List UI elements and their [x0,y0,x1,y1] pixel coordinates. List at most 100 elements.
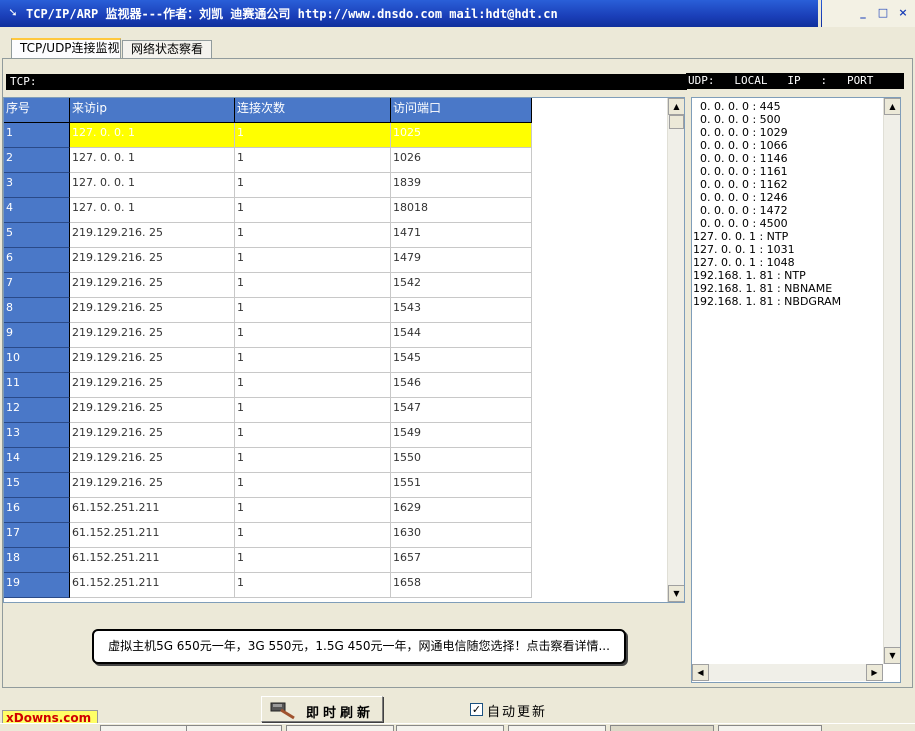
udp-list-item[interactable]: 0. 0. 0. 0 : 1162 [693,178,788,191]
row-port-cell: 1630 [391,523,532,548]
row-ip-cell: 61.152.251.211 [70,573,235,598]
table-row[interactable]: 14 219.129.216. 25 1 1550 [4,448,532,473]
window-controls: _ □ × [822,0,915,27]
refresh-now-button[interactable]: 即时刷新 [261,696,383,722]
row-port-cell: 1479 [391,248,532,273]
udp-list-item[interactable]: 127. 0. 0. 1 : 1048 [693,256,795,269]
table-row[interactable]: 17 61.152.251.211 1 1630 [4,523,532,548]
scroll-thumb[interactable] [669,115,684,129]
table-row[interactable]: 12 219.129.216. 25 1 1547 [4,398,532,423]
row-index-cell: 3 [4,173,70,198]
row-port-cell: 1547 [391,398,532,423]
udp-list-item[interactable]: 0. 0. 0. 0 : 4500 [693,217,788,230]
table-row[interactable]: 3 127. 0. 0. 1 1 1839 [4,173,532,198]
column-header-ip[interactable]: 来访ip [70,98,235,123]
row-count-cell: 1 [235,323,391,348]
row-port-cell: 1026 [391,148,532,173]
udp-horizontal-scrollbar[interactable]: ◀ ▶ [692,664,883,681]
scroll-up-button[interactable]: ▲ [668,98,684,115]
column-header-index[interactable]: 序号 [4,98,70,123]
udp-list-item[interactable]: 0. 0. 0. 0 : 1161 [693,165,788,178]
table-row[interactable]: 15 219.129.216. 25 1 1551 [4,473,532,498]
maximize-button[interactable]: □ [875,6,891,20]
udp-port-list[interactable]: 0. 0. 0. 0 : 445 0. 0. 0. 0 : 500 0. 0. … [691,97,901,683]
row-ip-cell: 219.129.216. 25 [70,423,235,448]
advertisement-banner[interactable]: 虚拟主机5G 650元一年，3G 550元，1.5G 450元一年，网通电信随您… [92,629,626,664]
taskbar-item[interactable] [508,725,606,731]
tab-panel: TCP: UDP: LOCAL IP : PORT 序号 来访ip 连接次数 访… [2,58,913,688]
table-row[interactable]: 16 61.152.251.211 1 1629 [4,498,532,523]
column-header-port[interactable]: 访问端口 [391,98,532,123]
udp-scroll-down-button[interactable]: ▼ [884,647,900,664]
taskbar-item-active[interactable] [610,725,714,731]
udp-list-item[interactable]: 0. 0. 0. 0 : 445 [693,100,781,113]
table-row[interactable]: 10 219.129.216. 25 1 1545 [4,348,532,373]
table-row[interactable]: 4 127. 0. 0. 1 1 18018 [4,198,532,223]
row-index-cell: 15 [4,473,70,498]
table-row[interactable]: 6 219.129.216. 25 1 1479 [4,248,532,273]
taskbar-item[interactable] [286,725,394,731]
row-ip-cell: 219.129.216. 25 [70,373,235,398]
table-row[interactable]: 5 219.129.216. 25 1 1471 [4,223,532,248]
row-port-cell: 1545 [391,348,532,373]
udp-list-item[interactable]: 127. 0. 0. 1 : 1031 [693,243,795,256]
udp-list-item[interactable]: 0. 0. 0. 0 : 500 [693,113,781,126]
row-count-cell: 1 [235,123,391,148]
table-row[interactable]: 7 219.129.216. 25 1 1542 [4,273,532,298]
row-count-cell: 1 [235,223,391,248]
tcp-connection-table[interactable]: 序号 来访ip 连接次数 访问端口 1 127. 0. 0. 1 1 1025 2 127… [3,97,685,603]
window-title: TCP/IP/ARP 监视器---作者：刘凯 迪赛通公司 http://www.… [26,7,558,21]
row-index-cell: 4 [4,198,70,223]
column-header-count[interactable]: 连接次数 [235,98,391,123]
hammer-icon [270,702,295,720]
row-count-cell: 1 [235,573,391,598]
taskbar-item[interactable] [396,725,504,731]
row-index-cell: 16 [4,498,70,523]
main-window: ➘ TCP/IP/ARP 监视器---作者：刘凯 迪赛通公司 http://ww… [0,0,915,731]
udp-list-item[interactable]: 192.168. 1. 81 : NBNAME [693,282,832,295]
table-vertical-scrollbar[interactable]: ▲ ▼ [667,98,684,602]
tab-strip: TCP/UDP连接监视 网络状态察看 [0,38,915,59]
udp-list-item[interactable]: 0. 0. 0. 0 : 1246 [693,191,788,204]
table-row[interactable]: 1 127. 0. 0. 1 1 1025 [4,123,532,148]
udp-list-item[interactable]: 0. 0. 0. 0 : 1029 [693,126,788,139]
udp-vertical-scrollbar[interactable]: ▲ ▼ [883,98,900,664]
table-row[interactable]: 19 61.152.251.211 1 1658 [4,573,532,598]
udp-list-item[interactable]: 192.168. 1. 81 : NTP [693,269,806,282]
udp-list-item[interactable]: 0. 0. 0. 0 : 1146 [693,152,788,165]
udp-list-item[interactable]: 192.168. 1. 81 : NBDGRAM [693,295,841,308]
title-bar[interactable]: ➘ TCP/IP/ARP 监视器---作者：刘凯 迪赛通公司 http://ww… [0,0,915,27]
table-row[interactable]: 18 61.152.251.211 1 1657 [4,548,532,573]
row-ip-cell: 127. 0. 0. 1 [70,123,235,148]
taskbar-item[interactable] [718,725,822,731]
row-index-cell: 18 [4,548,70,573]
udp-scroll-right-button[interactable]: ▶ [866,664,883,681]
row-index-cell: 9 [4,323,70,348]
row-index-cell: 8 [4,298,70,323]
row-index-cell: 10 [4,348,70,373]
minimize-button[interactable]: _ [855,6,871,20]
udp-list-item[interactable]: 0. 0. 0. 0 : 1066 [693,139,788,152]
row-ip-cell: 61.152.251.211 [70,548,235,573]
row-ip-cell: 219.129.216. 25 [70,398,235,423]
taskbar-item[interactable] [186,725,282,731]
tab-tcp-udp-monitor[interactable]: TCP/UDP连接监视 [11,38,121,59]
auto-update-check-box[interactable]: ✓ [470,703,483,716]
close-button[interactable]: × [895,6,911,20]
udp-list-item[interactable]: 127. 0. 0. 1 : NTP [693,230,788,243]
udp-scroll-up-button[interactable]: ▲ [884,98,900,115]
udp-list-item[interactable]: 0. 0. 0. 0 : 1472 [693,204,788,217]
table-row[interactable]: 13 219.129.216. 25 1 1549 [4,423,532,448]
row-count-cell: 1 [235,423,391,448]
taskbar [0,723,915,731]
tab-network-status[interactable]: 网络状态察看 [122,40,212,58]
row-port-cell: 1629 [391,498,532,523]
scroll-down-button[interactable]: ▼ [668,585,684,602]
table-row[interactable]: 11 219.129.216. 25 1 1546 [4,373,532,398]
udp-scroll-left-button[interactable]: ◀ [692,664,709,681]
table-row[interactable]: 8 219.129.216. 25 1 1543 [4,298,532,323]
table-row[interactable]: 9 219.129.216. 25 1 1544 [4,323,532,348]
auto-update-label: 自动更新 [487,705,548,720]
udp-header-bar: UDP: LOCAL IP : PORT [686,73,904,89]
table-row[interactable]: 2 127. 0. 0. 1 1 1026 [4,148,532,173]
